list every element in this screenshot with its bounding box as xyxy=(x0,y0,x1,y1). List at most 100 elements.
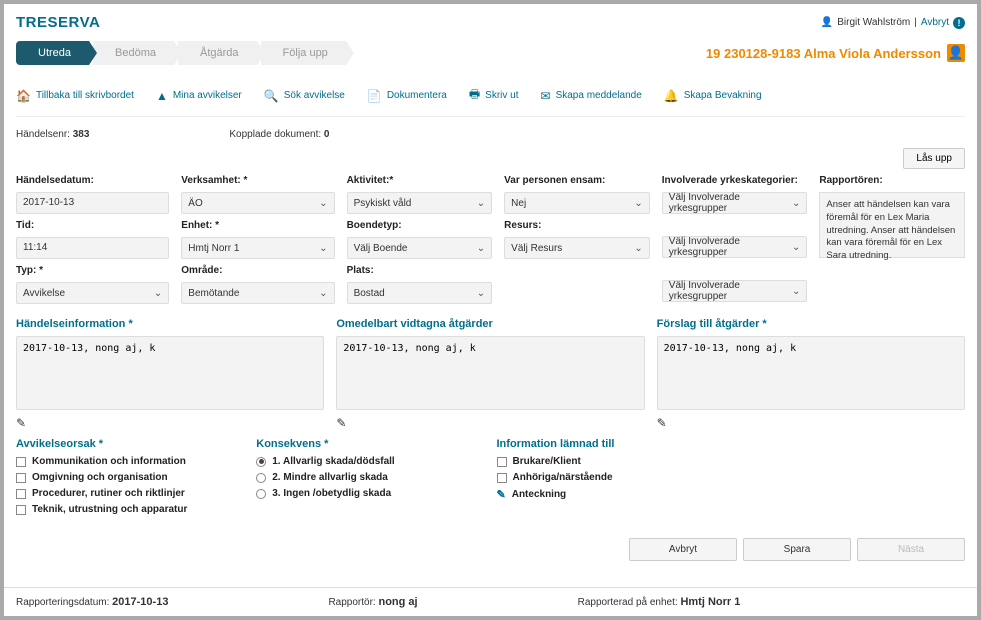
action-mine[interactable]: ▲Mina avvikelser xyxy=(156,85,242,106)
chevron-down-icon: ⌄ xyxy=(477,243,485,254)
select-yrk-1[interactable]: Välj Involverade yrkesgrupper⌄ xyxy=(662,192,808,214)
edit-icon[interactable]: ✎ xyxy=(336,416,346,430)
label-akt: Aktivitet:* xyxy=(347,175,493,186)
chevron-down-icon: ⌄ xyxy=(792,198,800,209)
checkbox-icon xyxy=(16,489,26,499)
chevron-down-icon: ⌄ xyxy=(634,243,642,254)
anteckning-link[interactable]: ✎Anteckning xyxy=(497,488,725,501)
tab-atgarda[interactable]: Åtgärda xyxy=(178,41,257,65)
chevron-down-icon: ⌄ xyxy=(477,198,485,209)
checkbox-icon xyxy=(16,505,26,515)
app-logo: TRESERVA xyxy=(16,14,100,31)
cancel-link[interactable]: Avbryt xyxy=(921,17,949,28)
patient-info: 19 230128-9183 Alma Viola Andersson 👤 xyxy=(706,44,965,62)
konsekvens-item-2[interactable]: 3. Ingen /obetydlig skada xyxy=(256,488,484,499)
user-area: 👤 Birgit Wahlström | Avbryt ! xyxy=(821,17,965,29)
label-plats: Plats: xyxy=(347,265,493,276)
warning-icon: ▲ xyxy=(156,89,168,103)
edit-icon[interactable]: ✎ xyxy=(657,416,667,430)
unlock-button[interactable]: Lås upp xyxy=(903,148,965,169)
edit-icon[interactable]: ✎ xyxy=(16,416,26,430)
cause-item-2[interactable]: Procedurer, rutiner och riktlinjer xyxy=(16,488,244,499)
cause-title: Avvikelseorsak * xyxy=(16,438,244,450)
wizard-tabs: Utreda Bedöma Åtgärda Följa upp xyxy=(16,41,346,65)
action-home[interactable]: 🏠Tillbaka till skrivbordet xyxy=(16,85,134,106)
patient-icon: 👤 xyxy=(947,44,965,62)
chevron-down-icon: ⌄ xyxy=(792,286,800,297)
action-doc[interactable]: 📄Dokumentera xyxy=(367,85,447,106)
label-rapp: Rapportören: xyxy=(819,175,965,186)
select-yrk-2[interactable]: Välj Involverade yrkesgrupper⌄ xyxy=(662,236,808,258)
user-name: Birgit Wahlström xyxy=(837,17,910,28)
rapport-box: Anser att händelsen kan vara föremål för… xyxy=(819,192,965,258)
save-button[interactable]: Spara xyxy=(743,538,851,561)
tab-utreda[interactable]: Utreda xyxy=(16,41,89,65)
action-bar: 🏠Tillbaka till skrivbordet ▲Mina avvikel… xyxy=(16,85,965,117)
select-yrk-3[interactable]: Välj Involverade yrkesgrupper⌄ xyxy=(662,280,808,302)
info-lamnad-item-1[interactable]: Anhöriga/närstående xyxy=(497,472,725,483)
radio-icon xyxy=(256,473,266,483)
action-search[interactable]: 🔍Sök avvikelse xyxy=(264,85,345,106)
home-icon: 🏠 xyxy=(16,89,31,103)
label-enhet: Enhet: * xyxy=(181,220,334,231)
input-tid[interactable]: 11:14 xyxy=(16,237,169,259)
konsekvens-item-0[interactable]: 1. Allvarlig skada/dödsfall xyxy=(256,456,484,467)
info-lamnad-item-0[interactable]: Brukare/Klient xyxy=(497,456,725,467)
textarea-forslag[interactable] xyxy=(657,336,965,410)
select-enhet[interactable]: Hmtj Norr 1⌄ xyxy=(181,237,334,259)
section-handelseinfo-title: Händelseinformation * xyxy=(16,318,324,330)
select-ensam[interactable]: Nej⌄ xyxy=(504,192,650,214)
status-bar: Rapporteringsdatum: 2017-10-13 Rapportör… xyxy=(4,587,977,616)
label-datum: Händelsedatum: xyxy=(16,175,169,186)
user-icon: 👤 xyxy=(821,17,833,28)
cause-item-0[interactable]: Kommunikation och information xyxy=(16,456,244,467)
document-icon: 📄 xyxy=(367,89,382,103)
select-akt[interactable]: Psykiskt våld⌄ xyxy=(347,192,493,214)
section-atgarder-title: Omedelbart vidtagna åtgärder xyxy=(336,318,644,330)
label-typ: Typ: * xyxy=(16,265,169,276)
chevron-down-icon: ⌄ xyxy=(154,288,162,299)
search-icon: 🔍 xyxy=(264,89,279,103)
tab-bedoma[interactable]: Bedöma xyxy=(93,41,174,65)
label-resurs: Resurs: xyxy=(504,220,650,231)
label-yrk: Involverade yrkeskategorier: xyxy=(662,175,808,186)
label-ensam: Var personen ensam: xyxy=(504,175,650,186)
konsekvens-title: Konsekvens * xyxy=(256,438,484,450)
linked-docs: Kopplade dokument: 0 xyxy=(229,129,329,140)
action-msg[interactable]: ✉Skapa meddelande xyxy=(541,85,642,106)
textarea-atgarder[interactable] xyxy=(336,336,644,410)
cause-item-1[interactable]: Omgivning och organisation xyxy=(16,472,244,483)
cause-item-3[interactable]: Teknik, utrustning och apparatur xyxy=(16,504,244,515)
select-plats[interactable]: Bostad⌄ xyxy=(347,282,493,304)
input-datum[interactable]: 2017-10-13 xyxy=(16,192,169,214)
next-button[interactable]: Nästa xyxy=(857,538,965,561)
edit-icon: ✎ xyxy=(497,488,506,501)
label-verk: Verksamhet: * xyxy=(181,175,334,186)
checkbox-icon xyxy=(497,457,507,467)
info-icon[interactable]: ! xyxy=(953,17,965,29)
chevron-down-icon: ⌄ xyxy=(319,198,327,209)
checkbox-icon xyxy=(16,473,26,483)
select-resurs[interactable]: Välj Resurs⌄ xyxy=(504,237,650,259)
tab-foljaupp[interactable]: Följa upp xyxy=(261,41,346,65)
action-watch[interactable]: 🔔Skapa Bevakning xyxy=(664,85,762,106)
textarea-handelseinfo[interactable] xyxy=(16,336,324,410)
konsekvens-item-1[interactable]: 2. Mindre allvarlig skada xyxy=(256,472,484,483)
select-typ[interactable]: Avvikelse⌄ xyxy=(16,282,169,304)
chevron-down-icon: ⌄ xyxy=(634,198,642,209)
bell-icon: 🔔 xyxy=(664,89,679,103)
checkbox-icon xyxy=(497,473,507,483)
radio-icon xyxy=(256,489,266,499)
mail-icon: ✉ xyxy=(541,89,551,103)
select-verk[interactable]: ÄO⌄ xyxy=(181,192,334,214)
info-lamnad-title: Information lämnad till xyxy=(497,438,725,450)
radio-checked-icon xyxy=(256,457,266,467)
chevron-down-icon: ⌄ xyxy=(792,242,800,253)
select-boende[interactable]: Välj Boende⌄ xyxy=(347,237,493,259)
print-icon: 🖶 xyxy=(469,85,480,106)
action-print[interactable]: 🖶Skriv ut xyxy=(469,85,519,106)
select-omrade[interactable]: Bemötande⌄ xyxy=(181,282,334,304)
chevron-down-icon: ⌄ xyxy=(319,243,327,254)
cancel-button[interactable]: Avbryt xyxy=(629,538,737,561)
checkbox-icon xyxy=(16,457,26,467)
